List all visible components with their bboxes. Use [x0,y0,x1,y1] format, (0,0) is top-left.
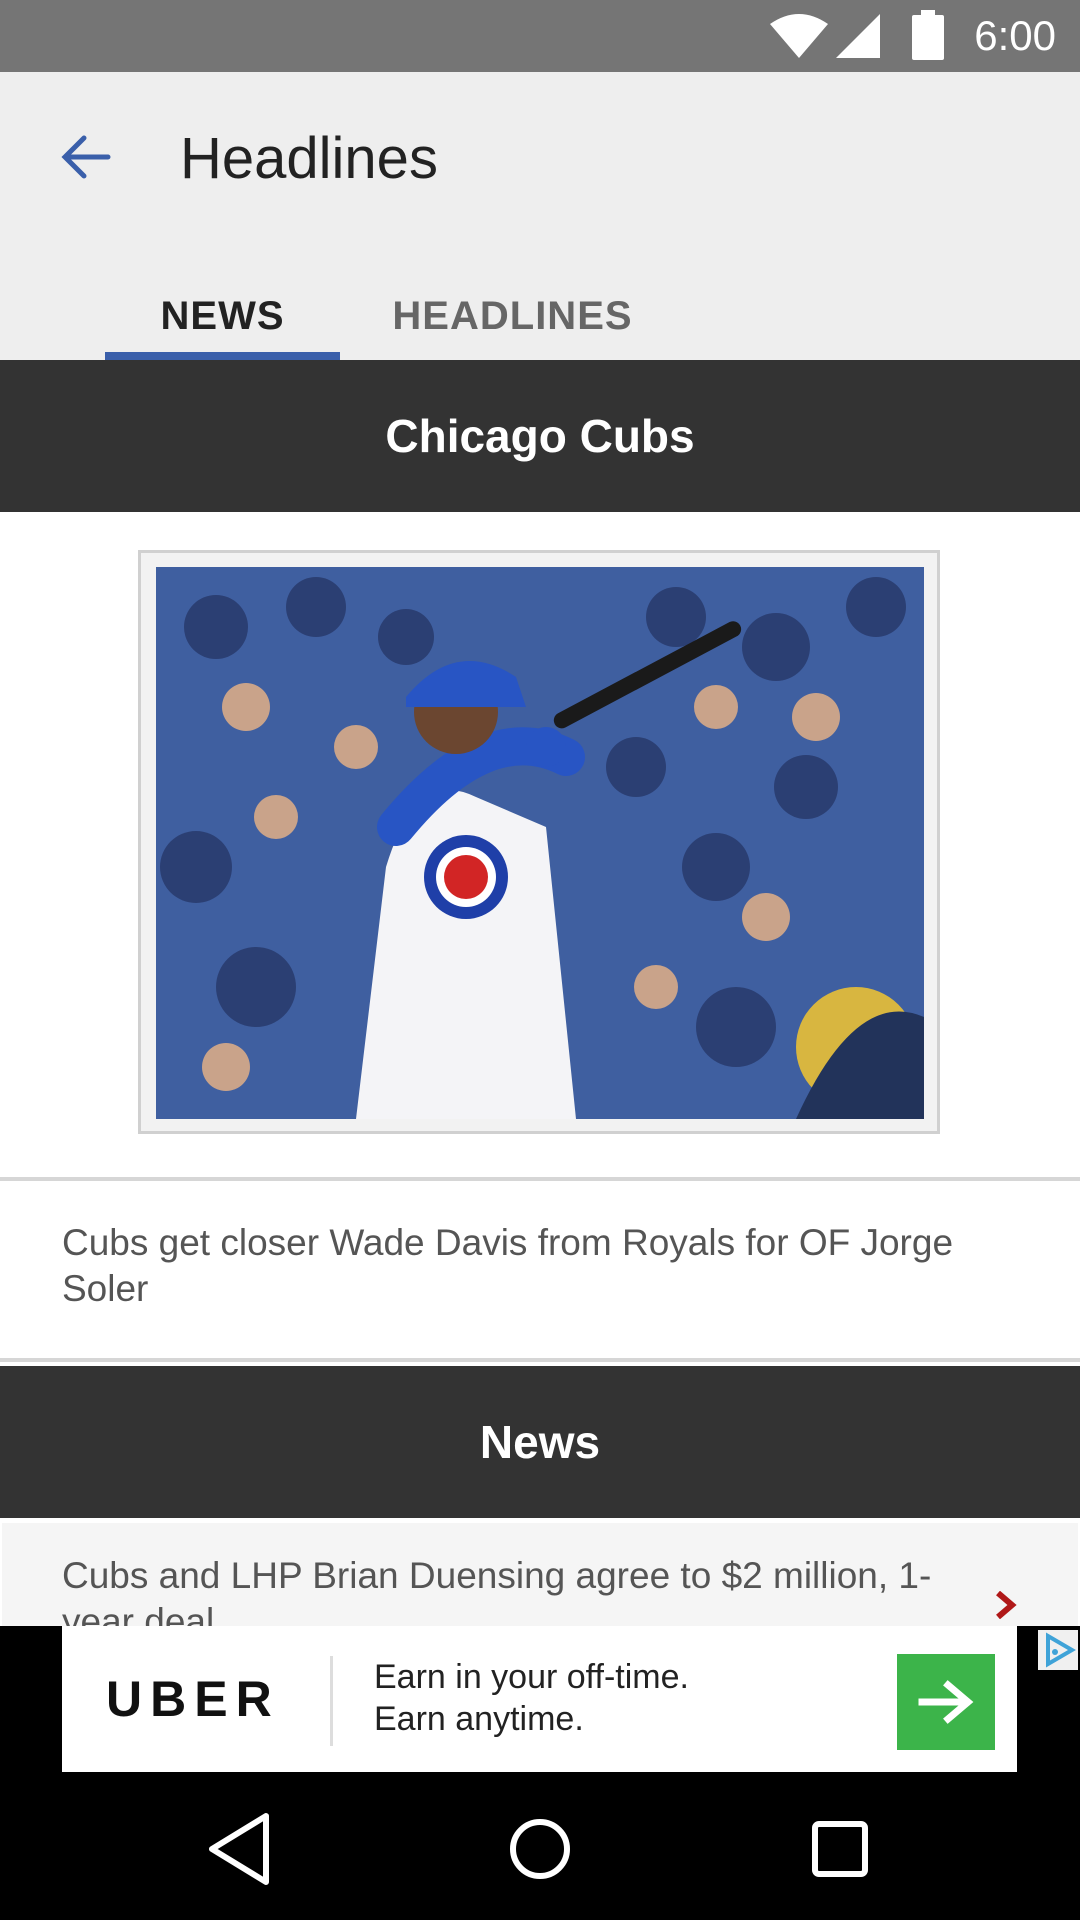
divider [0,1358,1080,1362]
app-bar: Headlines NEWS HEADLINES [0,72,1080,360]
list-item[interactable]: Cubs and LHP Brian Duensing agree to $2 … [2,1523,1078,1627]
status-bar: 6:00 [0,0,1080,72]
tab-news[interactable]: NEWS [105,272,340,360]
divider [0,1177,1080,1181]
ad-brand-logo: UBER [106,1671,280,1727]
featured-image[interactable] [138,550,940,1134]
recents-square-icon[interactable] [795,1804,885,1894]
back-triangle-icon[interactable] [196,1804,286,1894]
section-header-news: News [0,1366,1080,1518]
home-circle-icon[interactable] [495,1804,585,1894]
ad-separator [330,1656,333,1746]
battery-icon [912,10,944,60]
arrow-left-icon [61,135,111,179]
ad-area: UBER Earn in your off-time. Earn anytime… [0,1626,1080,1774]
page-title: Headlines [180,126,438,191]
adchoices-icon[interactable] [1038,1630,1078,1670]
back-button[interactable] [40,112,130,202]
baseball-player-photo [156,567,924,1119]
tab-selected-indicator [105,352,340,360]
ad-text-line: Earn anytime. [374,1700,584,1738]
wifi-icon [770,14,828,58]
arrow-right-icon [918,1680,974,1724]
section-header-team: Chicago Cubs [0,360,1080,512]
system-nav-bar [0,1774,1080,1920]
signal-icon [836,14,880,58]
tab-headlines[interactable]: HEADLINES [380,272,645,360]
chevron-right-icon [996,1591,1017,1619]
news-item-title: Cubs and LHP Brian Duensing agree to $2 … [62,1555,932,1627]
ad-banner[interactable]: UBER Earn in your off-time. Earn anytime… [62,1626,1078,1772]
featured-story-link[interactable]: Cubs get closer Wade Davis from Royals f… [62,1220,1022,1312]
ad-cta-button[interactable] [897,1654,995,1750]
status-time: 6:00 [974,12,1056,59]
ad-text-line: Earn in your off-time. [374,1658,689,1696]
